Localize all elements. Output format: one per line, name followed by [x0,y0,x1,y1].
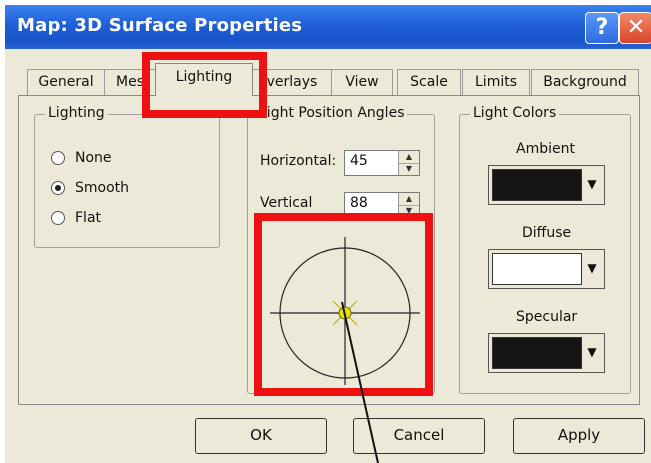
lighting-group: Lighting None Smooth Flat [34,105,220,248]
specular-color-button[interactable]: ▼ [488,333,605,373]
specular-label: Specular [516,309,578,325]
title-bar[interactable]: Map: 3D Surface Properties ? ✕ [5,5,651,49]
radio-flat-label: Flat [75,210,102,226]
light-colors-group: Light Colors Ambient ▼ Diffuse ▼ Specula… [459,105,631,394]
tab-view[interactable]: View [331,69,393,96]
light-colors-group-label: Light Colors [470,105,560,121]
horizontal-spin-buttons[interactable]: ▲ ▼ [398,151,419,175]
close-button[interactable]: ✕ [619,12,651,44]
horizontal-spinner[interactable]: 45 ▲ ▼ [344,150,420,176]
annotation-pointer-line [341,301,379,463]
diffuse-label: Diffuse [522,225,572,241]
help-button[interactable]: ? [585,12,619,44]
dropdown-arrow-icon[interactable]: ▼ [583,258,601,278]
vertical-label: Vertical [260,195,313,211]
diffuse-color-button[interactable]: ▼ [488,249,605,289]
ambient-color-button[interactable]: ▼ [488,165,605,205]
tab-general[interactable]: General [27,69,105,96]
ambient-label: Ambient [516,141,575,157]
horizontal-label: Horizontal: [260,153,337,169]
spin-down-icon[interactable]: ▼ [399,163,419,175]
vertical-value[interactable]: 88 [350,195,368,211]
dropdown-arrow-icon[interactable]: ▼ [583,342,601,362]
dropdown-arrow-icon[interactable]: ▼ [583,174,601,194]
apply-button[interactable]: Apply [513,418,645,454]
ok-button[interactable]: OK [195,418,327,454]
radio-smooth[interactable]: Smooth [51,177,129,199]
tab-lighting[interactable]: Lighting [155,63,253,96]
horizontal-value[interactable]: 45 [350,153,368,169]
lighting-group-label: Lighting [45,105,108,121]
tab-strip: General Mes Lighting verlays View Scale … [5,63,651,96]
radio-none-circle[interactable] [51,151,65,165]
radio-smooth-label: Smooth [75,180,130,196]
radio-smooth-circle[interactable] [51,181,65,195]
tab-background[interactable]: Background [531,69,639,96]
tab-scale[interactable]: Scale [397,69,461,96]
specular-swatch [492,337,582,369]
radio-none[interactable]: None [51,147,112,169]
light-position-group-label: Light Position Angles [256,105,408,121]
tab-limits[interactable]: Limits [462,69,530,96]
radio-flat[interactable]: Flat [51,207,101,229]
radio-flat-circle[interactable] [51,211,65,225]
window-title: Map: 3D Surface Properties [17,15,303,36]
radio-none-label: None [75,150,112,166]
ambient-swatch [492,169,582,201]
diffuse-swatch [492,253,582,285]
